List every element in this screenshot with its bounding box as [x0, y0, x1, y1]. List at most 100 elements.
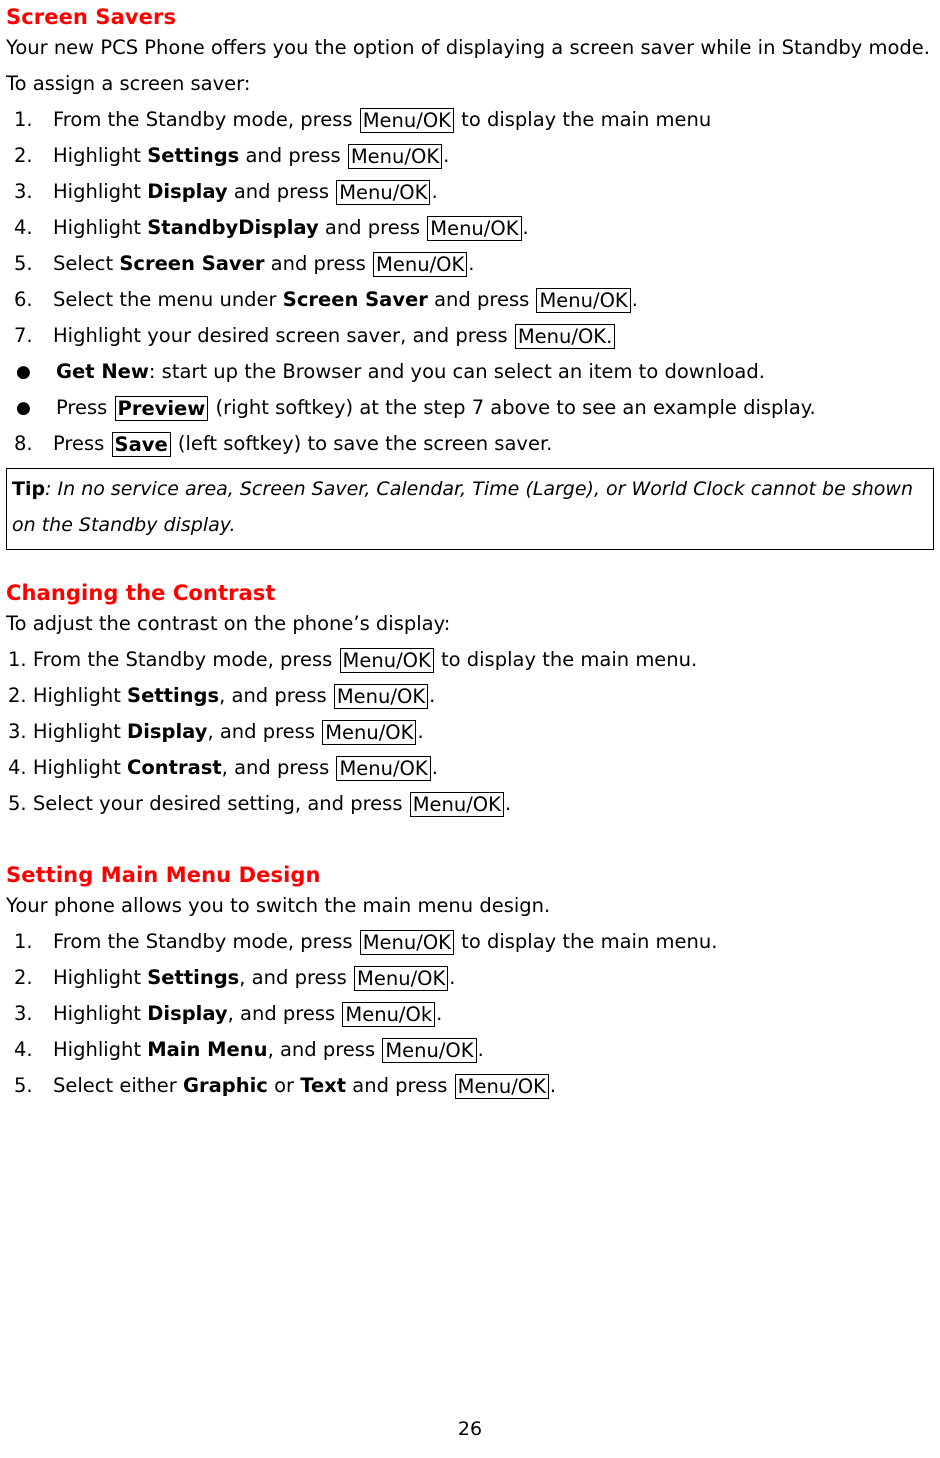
keycap-menu-ok[interactable]: Menu/OK [354, 966, 449, 991]
tip-callout-box: Tip: In no service area, Screen Saver, C… [6, 468, 934, 550]
step-text-post: . [468, 252, 475, 275]
tip-label: Tip [12, 478, 46, 500]
keycap-menu-ok[interactable]: Menu/OK [347, 144, 443, 169]
list-marker: 2. [14, 144, 33, 167]
step-text-post: . [431, 180, 438, 203]
step-emphasis: Screen Saver [282, 288, 428, 311]
step-text-mid: and press [318, 216, 427, 239]
bullet-icon: ● [16, 362, 31, 382]
step-emphasis: Main Menu [147, 1038, 268, 1061]
keycap-menu-ok[interactable]: Menu/OK [536, 288, 631, 313]
step-text-post: . [431, 756, 438, 779]
step-text-mid: and press [239, 144, 347, 167]
section-heading-screen-savers: Screen Savers [6, 5, 177, 29]
step-text-post: . [443, 144, 450, 167]
step-text-post: . [417, 720, 424, 743]
list-item: 4. Highlight Contrast, and press Menu/OK… [6, 750, 934, 786]
step-text-pre: Select either [53, 1074, 183, 1097]
section1-step-list: 1. From the Standby mode, press Menu/OK … [6, 102, 934, 462]
step-emphasis: Display [127, 720, 208, 743]
keycap-menu-ok[interactable]: Menu/OK [427, 216, 522, 241]
keycap-menu-ok[interactable]: Menu/OK. [514, 324, 616, 349]
step-text-mid: , and press [221, 756, 336, 779]
section3-lead-in: Your phone allows you to switch the main… [6, 894, 551, 917]
list-item: 3. Highlight Display and press Menu/OK. [6, 174, 934, 210]
list-marker: 3. [14, 1002, 33, 1025]
keycap-menu-ok[interactable]: Menu/OK [322, 720, 417, 745]
keycap-menu-ok[interactable]: Menu/OK [336, 756, 431, 781]
tip-body: : In no service area, Screen Saver, Cale… [12, 478, 913, 536]
step-emphasis: Contrast [127, 756, 222, 779]
step-text-pre: Highlight [32, 684, 128, 707]
step-text-pre: Highlight [53, 216, 148, 239]
list-item: 5. Select your desired setting, and pres… [6, 786, 934, 822]
list-item: ● Press Preview (right softkey) at the s… [6, 390, 934, 426]
list-marker: 6. [14, 288, 33, 311]
step-text-pre: Highlight [32, 720, 128, 743]
keycap-menu-ok[interactable]: Menu/OK [359, 930, 454, 955]
step-text-pre: Highlight [53, 1002, 148, 1025]
step-emphasis: StandbyDisplay [147, 216, 319, 239]
list-item: 7. Highlight your desired screen saver, … [6, 318, 934, 354]
step-text-mid: , and press [267, 1038, 382, 1061]
keycap-menu-ok[interactable]: Menu/OK [409, 792, 504, 817]
keycap-menu-ok[interactable]: Menu/OK [333, 684, 429, 709]
keycap-menu-ok[interactable]: Menu/OK [373, 252, 468, 277]
list-marker: 1. [14, 108, 33, 131]
list-marker: 5. [8, 792, 33, 815]
list-item: 4. Highlight StandbyDisplay and press Me… [6, 210, 934, 246]
bullet-text: : start up the Browser and you can selec… [148, 360, 765, 383]
step-text-pre: Select the menu under [53, 288, 283, 311]
list-marker: 4. [14, 1038, 33, 1061]
step-text-post: . [631, 288, 638, 311]
step-emphasis: Settings [147, 144, 240, 167]
step-text-post: . [504, 792, 512, 815]
step-emphasis: Settings [147, 966, 240, 989]
section1-intro-paragraph: Your new PCS Phone offers you the option… [6, 36, 930, 59]
list-item: 1. From the Standby mode, press Menu/OK … [6, 102, 934, 138]
keycap-menu-ok[interactable]: Menu/OK [382, 1038, 477, 1063]
bullet-emphasis: Get New [56, 360, 149, 383]
step-text-post: . [449, 966, 456, 989]
step-text-mid: , and press [227, 1002, 342, 1025]
bullet-text-pre: Press [56, 396, 114, 419]
step-emphasis: Display [147, 1002, 228, 1025]
list-item: 5. Select Screen Saver and press Menu/OK… [6, 246, 934, 282]
step-text-mid: , and press [239, 966, 354, 989]
step-text-post: . [429, 684, 436, 707]
list-item: 1. From the Standby mode, press Menu/OK … [6, 924, 934, 960]
keycap-save[interactable]: Save [111, 432, 171, 457]
step-text-pre: From the Standby mode, press [53, 108, 359, 131]
list-marker: 3. [14, 180, 33, 203]
step-text-post: (left softkey) to save the screen saver. [171, 432, 553, 455]
step-text-pre: Highlight [53, 1038, 148, 1061]
step-emphasis: Screen Saver [119, 252, 265, 275]
step-text-pre: Highlight [53, 180, 148, 203]
step-emphasis: Display [147, 180, 228, 203]
keycap-menu-ok[interactable]: Menu/OK [359, 108, 454, 133]
list-marker: 7. [14, 324, 33, 347]
bullet-text-post: (right softkey) at the step 7 above to s… [209, 396, 816, 419]
keycap-menu-ok[interactable]: Menu/Ok [342, 1002, 436, 1027]
keycap-menu-ok[interactable]: Menu/OK [339, 648, 434, 673]
document-page: Screen Savers Your new PCS Phone offers … [0, 0, 940, 1458]
list-item: 5. Select either Graphic or Text and pre… [6, 1068, 934, 1104]
step-emphasis: Settings [127, 684, 220, 707]
step-text-pre: Select your desired setting, and press [32, 792, 409, 815]
section-heading-changing-the-contrast: Changing the Contrast [6, 581, 276, 605]
list-marker: 2. [8, 684, 33, 707]
list-item: 2. Highlight Settings, and press Menu/OK… [6, 678, 934, 714]
list-marker: 3. [8, 720, 33, 743]
keycap-menu-ok[interactable]: Menu/OK [454, 1074, 549, 1099]
step-text-mid: and press [346, 1074, 454, 1097]
step-text-pre: Press [53, 432, 111, 455]
step-text-pre: From the Standby mode, press [32, 648, 339, 671]
keycap-preview[interactable]: Preview [114, 396, 209, 421]
step-text-pre: Highlight [53, 144, 148, 167]
list-marker: 1. [8, 648, 33, 671]
step-text-post: . [477, 1038, 484, 1061]
keycap-menu-ok[interactable]: Menu/OK [336, 180, 431, 205]
step-emphasis-2: Text [300, 1074, 347, 1097]
